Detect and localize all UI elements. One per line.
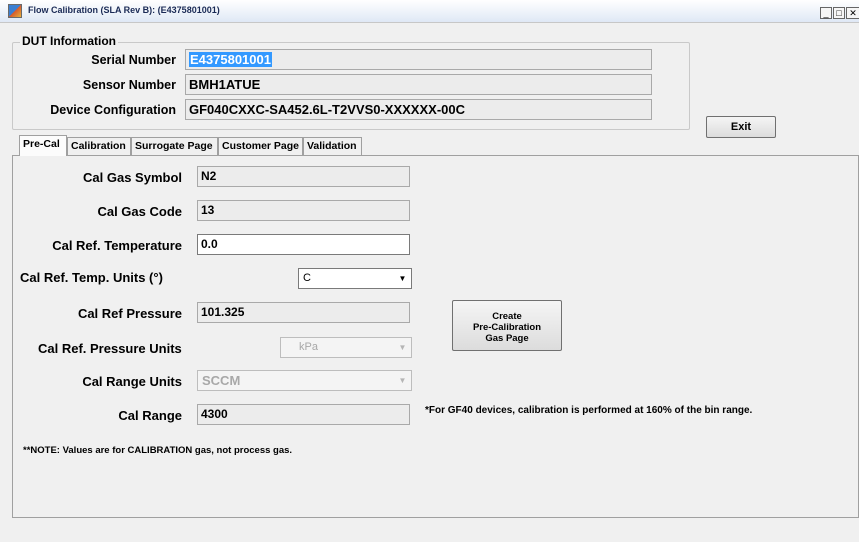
cal-gas-symbol-field[interactable]: N2 xyxy=(197,166,410,187)
serial-number-label: Serial Number xyxy=(91,53,176,67)
serial-number-value: E4375801001 xyxy=(189,52,272,67)
cal-gas-symbol-value: N2 xyxy=(201,169,217,183)
tab-customer-page[interactable]: Customer Page xyxy=(218,137,303,155)
close-button[interactable]: ✕ xyxy=(846,7,859,19)
cal-gas-symbol-label: Cal Gas Symbol xyxy=(83,170,182,185)
sensor-number-value: BMH1ATUE xyxy=(189,77,261,92)
minimize-icon: _ xyxy=(823,8,829,18)
maximize-button[interactable]: □ xyxy=(833,7,845,19)
maximize-icon: □ xyxy=(836,8,842,18)
close-icon: ✕ xyxy=(849,8,857,18)
minimize-button[interactable]: _ xyxy=(820,7,832,19)
tab-validation[interactable]: Validation xyxy=(303,137,362,155)
device-configuration-label: Device Configuration xyxy=(50,103,176,117)
status-bar xyxy=(0,526,859,542)
pre-cal-panel xyxy=(12,155,859,518)
sensor-number-label: Sensor Number xyxy=(82,78,176,92)
app-icon xyxy=(8,4,22,18)
window-title: Flow Calibration (SLA Rev B): (E43758010… xyxy=(28,5,220,15)
device-configuration-field[interactable]: GF040CXXC-SA452.6L-T2VVS0-XXXXXX-00C xyxy=(185,99,652,120)
sensor-number-field[interactable]: BMH1ATUE xyxy=(185,74,652,95)
title-bar[interactable]: Flow Calibration (SLA Rev B): (E43758010… xyxy=(0,0,859,23)
tab-pre-cal[interactable]: Pre-Cal xyxy=(19,135,67,156)
tab-calibration[interactable]: Calibration xyxy=(67,137,131,155)
device-configuration-value: GF040CXXC-SA452.6L-T2VVS0-XXXXXX-00C xyxy=(189,102,465,117)
tab-surrogate-page[interactable]: Surrogate Page xyxy=(131,137,218,155)
serial-number-field[interactable]: E4375801001 xyxy=(185,49,652,70)
dut-information-legend: DUT Information xyxy=(20,34,118,48)
exit-button[interactable]: Exit xyxy=(706,116,776,138)
